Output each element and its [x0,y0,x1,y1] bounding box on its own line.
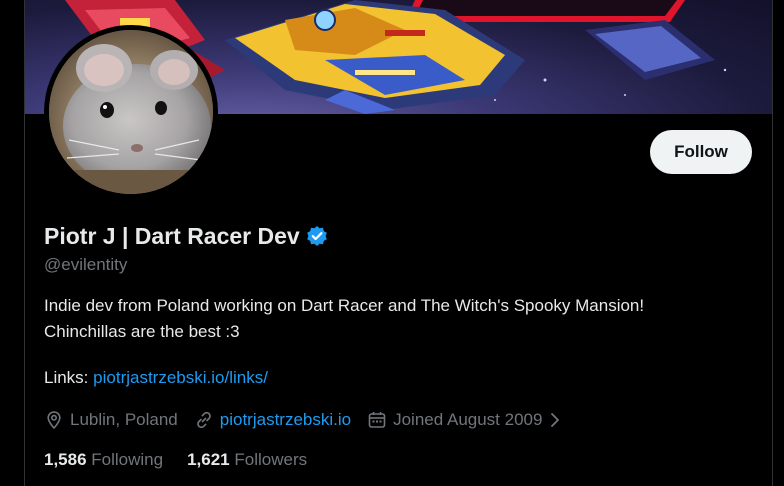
following-label: Following [91,450,164,469]
location-pin-icon [44,410,64,430]
joined-item: Joined August 2009 [367,410,562,430]
left-gutter [0,0,24,486]
chevron-right-icon[interactable] [548,410,562,430]
location-item: Lublin, Poland [44,410,178,430]
handle: @evilentity [44,255,128,274]
following-stat[interactable]: 1,586 Following [44,450,163,470]
bio-line: Indie dev from Poland working on Dart Ra… [44,296,645,315]
website-link[interactable]: piotrjastrzebski.io [220,410,351,430]
location-text: Lublin, Poland [70,410,178,429]
calendar-icon [367,410,387,430]
bio: Indie dev from Poland working on Dart Ra… [44,293,744,345]
joined-text: Joined August 2009 [393,410,543,429]
links-url[interactable]: piotrjastrzebski.io/links/ [93,368,268,387]
followers-label: Followers [234,450,308,469]
avatar[interactable] [44,25,218,199]
followers-count: 1,621 [187,450,230,469]
verified-badge-icon[interactable] [306,225,328,247]
links-label: Links: [44,368,89,387]
followers-stat[interactable]: 1,621 Followers [187,450,307,470]
link-icon [194,410,214,430]
profile-meta-row: Lublin, Poland piotrjastrzebski.io Joine… [44,407,578,433]
website-item[interactable]: piotrjastrzebski.io [194,410,351,430]
display-name: Piotr J | Dart Racer Dev [44,222,300,249]
following-count: 1,586 [44,450,87,469]
bio-line: Chinchillas are the best :3 [44,322,240,341]
bio-links-line: Links: piotrjastrzebski.io/links/ [44,368,268,388]
follow-button[interactable]: Follow [650,130,752,174]
column-border-right [772,0,773,486]
follow-stats-row: 1,586 Following 1,621 Followers [44,447,331,473]
profile-name-row: Piotr J | Dart Racer Dev [44,221,328,251]
avatar-image [49,30,213,194]
